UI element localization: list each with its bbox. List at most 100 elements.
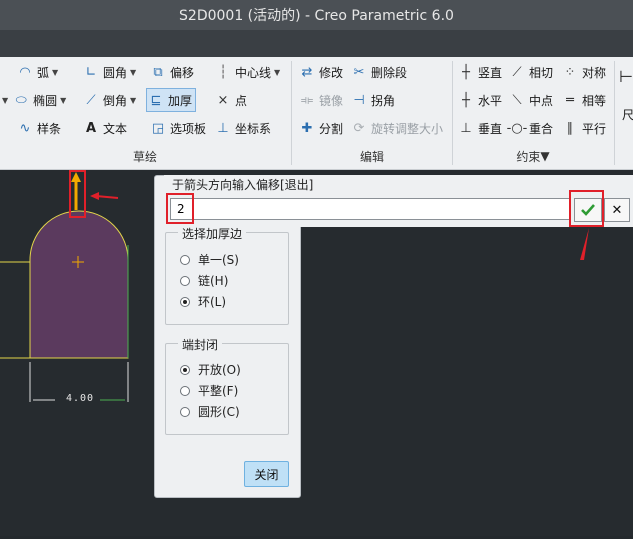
coordsys-label: 坐标系: [235, 121, 272, 136]
chevron-down-icon: ▼: [2, 95, 9, 105]
symmetric-icon: ⁘: [564, 64, 576, 80]
radio-button: [180, 385, 190, 396]
select-chain-radio[interactable]: 链(H): [180, 272, 228, 289]
perpendicular-label: 垂直: [478, 121, 503, 136]
rotate-resize-label: 旋转调整大小: [371, 121, 444, 136]
coincident-constraint-button[interactable]: -○- 重合: [506, 117, 554, 139]
radio-label: 圆形(C): [198, 405, 240, 419]
corner-label: 拐角: [371, 93, 396, 108]
arc-icon: ◠: [19, 64, 31, 80]
thicken-button[interactable]: ⊑ 加厚: [146, 88, 197, 112]
radio-button: [180, 254, 190, 265]
parallel-icon: ∥: [566, 120, 574, 136]
midpoint-icon: ⟍: [512, 92, 522, 108]
mirror-label: 镜像: [319, 93, 344, 108]
window-title: S2D0001 (活动的) - Creo Parametric 6.0: [179, 8, 454, 24]
group-divider: [614, 61, 615, 165]
annotation-arrow-icon: [95, 195, 119, 199]
dimension-tool-icon[interactable]: ⊢: [619, 65, 633, 87]
modify-button[interactable]: ⇄ 修改: [298, 61, 343, 83]
palette-icon: ◲: [151, 120, 165, 136]
sketch-group-label: 草绘: [132, 149, 157, 164]
arc-label: 弧: [37, 65, 50, 80]
delete-segment-button[interactable]: ✂ 删除段: [350, 61, 407, 83]
parallel-constraint-button[interactable]: ∥ 平行: [561, 117, 606, 139]
offset-icon: ⧉: [153, 64, 163, 80]
corner-button[interactable]: ⊣ 拐角: [350, 89, 395, 111]
horizontal-icon: ┼: [462, 92, 470, 108]
select-loop-radio[interactable]: 环(L): [180, 293, 226, 310]
window-title-bar: S2D0001 (活动的) - Creo Parametric 6.0: [0, 0, 633, 30]
cancel-button[interactable]: ✕: [604, 198, 630, 222]
horizontal-constraint-button[interactable]: ┼ 水平: [457, 89, 502, 111]
spline-button[interactable]: ∿ 样条: [16, 117, 61, 139]
ribbon-tab-strip: [0, 30, 633, 57]
vertical-label: 竖直: [478, 65, 503, 80]
annotation-arrow-icon: [90, 192, 99, 200]
mirror-icon: ⟚: [300, 92, 314, 108]
fillet-label: 圆角: [103, 65, 128, 80]
end-circular-radio[interactable]: 圆形(C): [180, 403, 240, 420]
offset-button[interactable]: ⧉ 偏移: [149, 61, 194, 83]
perpendicular-constraint-button[interactable]: ⊥ 垂直: [457, 117, 502, 139]
rotate-resize-button[interactable]: ⟳ 旋转调整大小: [350, 117, 443, 139]
coordsys-button[interactable]: ⊥ 坐标系: [214, 117, 271, 139]
radio-button: [180, 406, 190, 417]
thicken-label: 加厚: [168, 93, 193, 108]
radio-label: 平整(F): [198, 384, 239, 398]
chamfer-button[interactable]: ⟋ 倒角 ▼: [82, 89, 136, 111]
chevron-down-icon: ▼: [52, 67, 59, 77]
end-open-radio[interactable]: 开放(O): [180, 361, 241, 378]
end-flat-radio[interactable]: 平整(F): [180, 382, 238, 399]
end-cap-group-title: 端封闭: [178, 336, 223, 353]
text-icon: A: [85, 120, 97, 136]
divide-label: 分割: [319, 121, 344, 136]
centerline-button[interactable]: ┆ 中心线 ▼: [214, 61, 280, 83]
radio-label: 单一(S): [198, 253, 239, 267]
offset-value-input[interactable]: [170, 198, 570, 220]
centerline-icon: ┆: [219, 64, 227, 80]
midpoint-label: 中点: [529, 93, 554, 108]
text-button[interactable]: A 文本: [82, 117, 127, 139]
palette-button[interactable]: ◲ 选项板: [149, 117, 206, 139]
point-button[interactable]: × 点: [214, 89, 247, 111]
ellipse-button[interactable]: ▼ ⬭ 椭圆 ▼: [0, 89, 66, 111]
close-dialog-button[interactable]: 关闭: [244, 461, 289, 487]
point-icon: ×: [217, 92, 229, 108]
mirror-button[interactable]: ⟚ 镜像: [298, 89, 343, 111]
radio-button: [180, 296, 190, 307]
radio-button: [180, 364, 190, 375]
chamfer-icon: ⟋: [86, 92, 96, 108]
annotation-highlight-box: [569, 190, 604, 227]
tangent-icon: ⟋: [512, 64, 522, 80]
symmetric-label: 对称: [582, 65, 607, 80]
coincident-label: 重合: [529, 121, 554, 136]
radio-button: [180, 275, 190, 286]
chevron-down-icon: ▼: [540, 149, 550, 163]
equal-constraint-button[interactable]: ═ 相等: [561, 89, 606, 111]
arc-button[interactable]: ◠ 弧 ▼: [16, 61, 58, 83]
coincident-icon: -○-: [506, 120, 528, 136]
chevron-down-icon: ▼: [130, 95, 137, 105]
centerline-label: 中心线: [235, 65, 272, 80]
equal-icon: ═: [566, 92, 574, 108]
text-label: 文本: [103, 121, 128, 136]
tangent-label: 相切: [529, 65, 554, 80]
tangent-constraint-button[interactable]: ⟋ 相切: [508, 61, 553, 83]
divide-button[interactable]: ✚ 分割: [298, 117, 343, 139]
delete-segment-icon: ✂: [353, 64, 365, 80]
thicken-icon: ⊑: [150, 92, 162, 108]
chamfer-label: 倒角: [103, 93, 128, 108]
symmetric-constraint-button[interactable]: ⁘ 对称: [561, 61, 606, 83]
midpoint-constraint-button[interactable]: ⟍ 中点: [508, 89, 553, 111]
dimension-value[interactable]: 4.00: [66, 393, 94, 404]
constrain-group-menu[interactable]: 约束 ▼: [453, 146, 613, 166]
fillet-button[interactable]: ∟ 圆角 ▼: [82, 61, 137, 83]
fillet-icon: ∟: [85, 64, 97, 80]
vertical-constraint-button[interactable]: ┼ 竖直: [457, 61, 502, 83]
select-single-radio[interactable]: 单一(S): [180, 251, 239, 268]
offset-label: 偏移: [170, 65, 195, 80]
horizontal-label: 水平: [478, 93, 503, 108]
ribbon: ◠ 弧 ▼ ▼ ⬭ 椭圆 ▼ ∿ 样条 ∟ 圆角 ▼ ⟋ 倒角 ▼ A 文本 ⧉ 偏移 …: [0, 57, 633, 170]
prompt-message: 于箭头方向输入偏移[退出]: [172, 178, 314, 192]
